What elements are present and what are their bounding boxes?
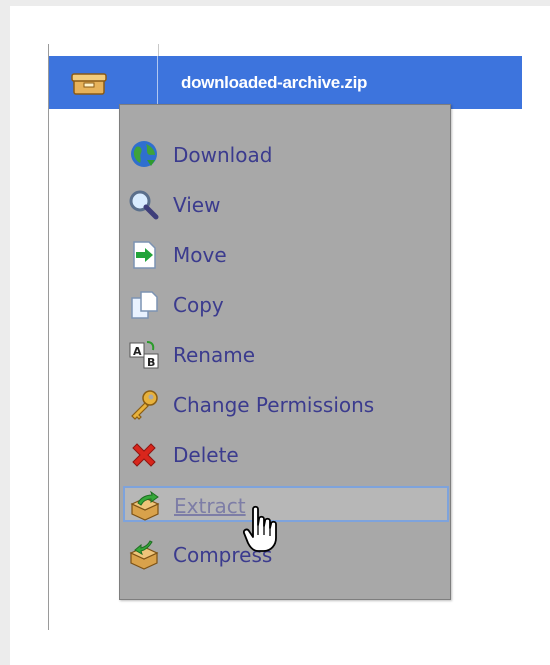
menu-item-rename[interactable]: A B Rename — [123, 336, 449, 372]
menu-label-move: Move — [173, 243, 227, 267]
menu-label-copy: Copy — [173, 293, 224, 317]
red-x-icon — [132, 443, 156, 467]
extract-box-icon — [130, 490, 160, 521]
magnifier-icon — [129, 190, 159, 220]
move-arrow-icon — [133, 241, 156, 269]
compress-box-icon — [129, 540, 159, 570]
row-column-divider — [157, 56, 158, 109]
menu-label-extract: Extract — [174, 494, 246, 518]
menu-item-compress[interactable]: Compress — [123, 536, 449, 572]
copy-pages-icon — [131, 291, 158, 319]
archive-box-icon — [71, 73, 107, 95]
menu-item-view[interactable]: View — [123, 186, 449, 222]
menu-label-change-permissions: Change Permissions — [173, 393, 375, 417]
hand-pointer-icon — [243, 505, 277, 552]
menu-item-copy[interactable]: Copy — [123, 286, 449, 322]
context-menu: Download View Move Copy A B Rename Chang… — [119, 104, 451, 600]
key-icon — [131, 390, 158, 420]
svg-text:B: B — [147, 356, 155, 369]
rename-ab-icon: A B — [129, 341, 159, 369]
globe-download-icon — [131, 141, 157, 167]
menu-item-move[interactable]: Move — [123, 236, 449, 272]
menu-label-download: Download — [173, 143, 273, 167]
file-name[interactable]: downloaded-archive.zip — [181, 56, 367, 109]
menu-item-change-permissions[interactable]: Change Permissions — [123, 386, 449, 422]
menu-label-delete: Delete — [173, 443, 239, 467]
menu-label-view: View — [173, 193, 221, 217]
menu-item-download[interactable]: Download — [123, 136, 449, 172]
menu-item-delete[interactable]: Delete — [123, 436, 449, 472]
svg-text:A: A — [133, 345, 142, 358]
column-border-left — [48, 44, 49, 630]
menu-label-rename: Rename — [173, 343, 256, 367]
file-row-selected[interactable]: downloaded-archive.zip — [49, 56, 522, 109]
menu-item-extract[interactable]: Extract — [123, 486, 449, 522]
